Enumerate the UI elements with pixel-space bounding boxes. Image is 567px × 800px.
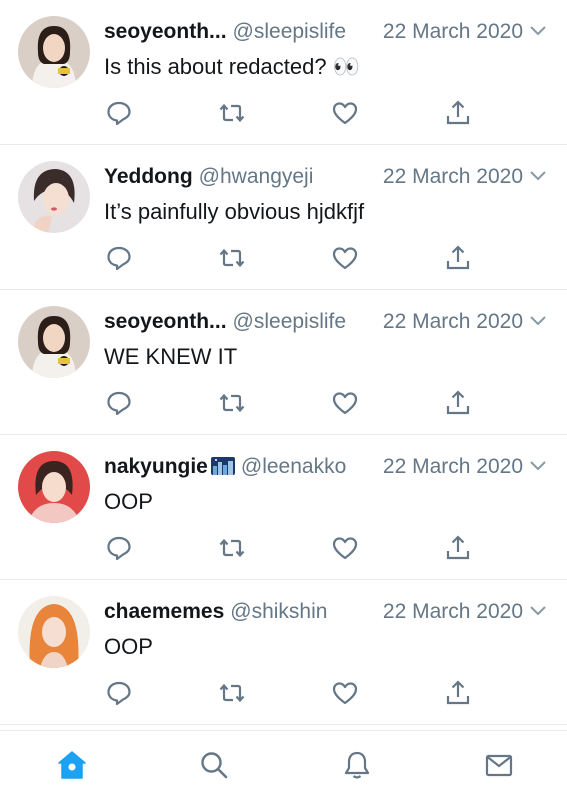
- tweet[interactable]: nakyungie @leenakko 22 March 2020 OOP: [0, 435, 567, 580]
- tweet-date: 22 March 2020: [382, 600, 523, 623]
- chevron-down-icon[interactable]: [529, 169, 547, 183]
- avatar[interactable]: [18, 306, 90, 378]
- user-handle[interactable]: @shikshin: [230, 600, 327, 623]
- retweet-icon: [219, 538, 245, 558]
- tweet-actions: [0, 676, 567, 716]
- avatar[interactable]: [18, 16, 90, 88]
- retweet-button[interactable]: [215, 676, 249, 710]
- reply-icon: [107, 246, 131, 271]
- retweet-button[interactable]: [215, 386, 249, 420]
- share-icon: [446, 390, 470, 415]
- tweet-actions: [0, 241, 567, 281]
- tweet-actions: [0, 531, 567, 571]
- retweet-icon: [219, 683, 245, 703]
- reply-button[interactable]: [102, 531, 136, 565]
- tab-messages[interactable]: [479, 745, 519, 785]
- avatar[interactable]: [18, 451, 90, 523]
- tweet-text: OOP: [104, 634, 153, 659]
- user-handle[interactable]: @leenakko: [241, 455, 346, 478]
- tweet-text: It’s painfully obvious hjdkfjf: [104, 199, 365, 224]
- tweet[interactable]: Yeddong @hwangyeji 22 March 2020 It’s pai…: [0, 145, 567, 290]
- share-button[interactable]: [441, 96, 475, 130]
- avatar[interactable]: [18, 161, 90, 233]
- heart-icon: [332, 682, 358, 705]
- reply-icon: [107, 681, 131, 706]
- chevron-down-icon[interactable]: [529, 459, 547, 473]
- retweet-button[interactable]: [215, 531, 249, 565]
- search-icon: [201, 752, 228, 779]
- retweet-button[interactable]: [215, 241, 249, 275]
- reply-button[interactable]: [102, 676, 136, 710]
- tweet-text: WE KNEW IT: [104, 344, 238, 369]
- reply-button[interactable]: [102, 386, 136, 420]
- home-icon: [58, 751, 86, 779]
- like-button[interactable]: [328, 531, 362, 565]
- tweet-actions: [0, 386, 567, 426]
- display-name[interactable]: nakyungie: [104, 455, 208, 478]
- tweet-date: 22 March 2020: [382, 455, 523, 478]
- chevron-down-icon[interactable]: [529, 314, 547, 328]
- reply-icon: [107, 391, 131, 416]
- like-button[interactable]: [328, 241, 362, 275]
- reply-button[interactable]: [102, 96, 136, 130]
- chevron-down-icon[interactable]: [529, 24, 547, 38]
- tab-search[interactable]: [194, 745, 234, 785]
- bottom-tab-bar: [0, 730, 567, 800]
- share-button[interactable]: [441, 241, 475, 275]
- display-name[interactable]: chaememes: [104, 600, 224, 623]
- tweet-text: OOP: [104, 489, 153, 514]
- share-icon: [446, 535, 470, 560]
- heart-icon: [332, 102, 358, 125]
- share-button[interactable]: [441, 386, 475, 420]
- reply-icon: [107, 536, 131, 561]
- night-city-emoji-icon: [210, 457, 235, 475]
- share-button[interactable]: [441, 531, 475, 565]
- user-handle[interactable]: @hwangyeji: [199, 165, 314, 188]
- notifications-icon: [344, 751, 370, 779]
- share-icon: [446, 680, 470, 705]
- tweet-text: Is this about redacted? 👀: [104, 54, 361, 79]
- tab-notifications[interactable]: [337, 745, 377, 785]
- user-handle[interactable]: @sleepislife: [233, 310, 347, 333]
- reply-icon: [107, 101, 131, 126]
- messages-icon: [485, 754, 513, 777]
- tweet-actions: [0, 96, 567, 136]
- reply-button[interactable]: [102, 241, 136, 275]
- like-button[interactable]: [328, 386, 362, 420]
- tweet-date: 22 March 2020: [382, 310, 523, 333]
- display-name[interactable]: Yeddong: [104, 165, 193, 188]
- share-button[interactable]: [441, 676, 475, 710]
- chevron-down-icon[interactable]: [529, 604, 547, 618]
- share-icon: [446, 100, 470, 125]
- heart-icon: [332, 247, 358, 270]
- tweet-date: 22 March 2020: [382, 165, 523, 188]
- timeline-feed: seoyeonth... @sleepislife 22 March 2020 I…: [0, 0, 567, 725]
- avatar[interactable]: [18, 596, 90, 668]
- share-icon: [446, 245, 470, 270]
- display-name[interactable]: seoyeonth...: [104, 20, 227, 43]
- retweet-button[interactable]: [215, 96, 249, 130]
- tweet[interactable]: chaememes @shikshin 22 March 2020 OOP: [0, 580, 567, 725]
- tab-home[interactable]: [52, 745, 92, 785]
- like-button[interactable]: [328, 96, 362, 130]
- display-name[interactable]: seoyeonth...: [104, 310, 227, 333]
- tweet[interactable]: seoyeonth... @sleepislife 22 March 2020 W…: [0, 290, 567, 435]
- tweet-date: 22 March 2020: [382, 20, 523, 43]
- like-button[interactable]: [328, 676, 362, 710]
- retweet-icon: [219, 248, 245, 268]
- user-handle[interactable]: @sleepislife: [233, 20, 347, 43]
- heart-icon: [332, 537, 358, 560]
- tweet[interactable]: seoyeonth... @sleepislife 22 March 2020 I…: [0, 0, 567, 145]
- heart-icon: [332, 392, 358, 415]
- retweet-icon: [219, 103, 245, 123]
- retweet-icon: [219, 393, 245, 413]
